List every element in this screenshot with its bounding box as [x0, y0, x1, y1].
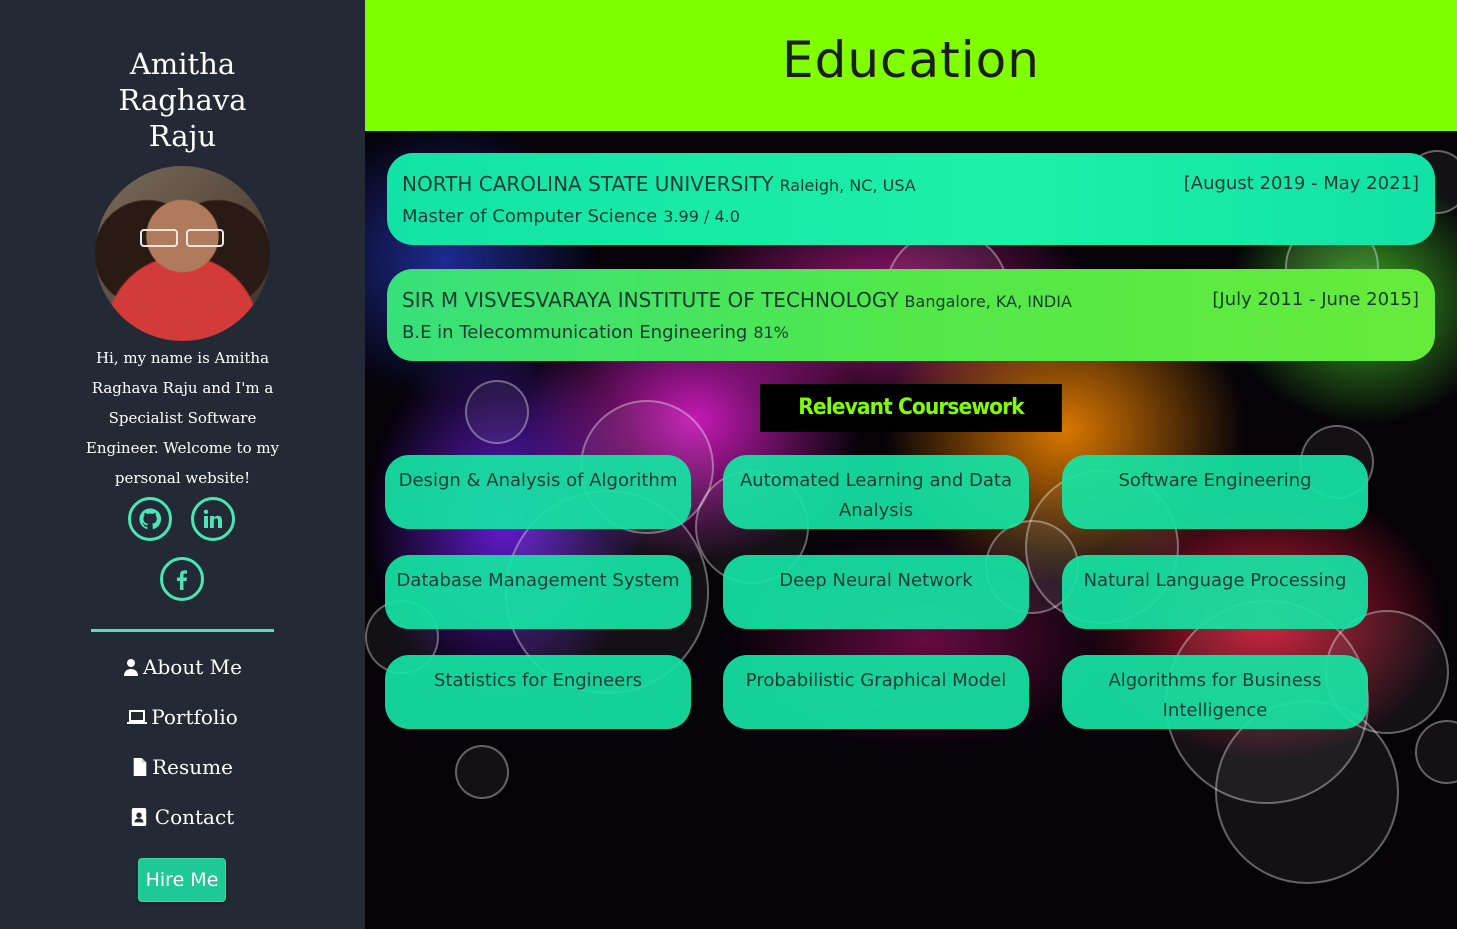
bokeh-bubble	[455, 745, 509, 799]
degree-grade: 81%	[753, 323, 789, 342]
education-dates: [July 2011 - June 2015]	[1212, 289, 1419, 310]
degree-line: B.E in Telecommunication Engineering 81%	[402, 320, 789, 346]
nav-about-me[interactable]: About Me	[0, 652, 365, 682]
school-name: SIR M VISVESVARAYA INSTITUTE OF TECHNOLO…	[402, 288, 899, 312]
education-dates: [August 2019 - May 2021]	[1183, 173, 1419, 194]
school-line: NORTH CAROLINA STATE UNIVERSITY Raleigh, …	[402, 171, 916, 199]
page-title: Education	[782, 31, 1040, 89]
school-name: NORTH CAROLINA STATE UNIVERSITY	[402, 172, 774, 196]
course-card: Deep Neural Network	[723, 555, 1029, 629]
hire-me-button[interactable]: Hire Me	[138, 858, 226, 902]
degree-name: B.E in Telecommunication Engineering	[402, 322, 748, 343]
course-card: Design & Analysis of Algorithm	[385, 455, 691, 529]
avatar	[95, 166, 270, 341]
coursework-heading: Relevant Coursework	[760, 384, 1062, 432]
bokeh-bubble	[465, 380, 529, 444]
course-card: Algorithms for Business Intelligence	[1062, 655, 1368, 729]
course-card: Statistics for Engineers	[385, 655, 691, 729]
education-card: NORTH CAROLINA STATE UNIVERSITY Raleigh, …	[387, 153, 1435, 245]
intro-text: Hi, my name is Amitha Raghava Raju and I…	[85, 349, 280, 487]
main-content: Education NORTH CAROLINA STATE UNIVERSIT…	[365, 0, 1457, 929]
site-owner-name: Amitha Raghava Raju	[0, 46, 365, 154]
course-card: Database Management System	[385, 555, 691, 629]
nav-label: About Me	[143, 655, 242, 679]
nav-label: Resume	[152, 755, 233, 779]
avatar-glasses	[140, 229, 224, 247]
nav-label: Contact	[154, 805, 235, 829]
facebook-icon	[177, 570, 187, 590]
name-line: Amitha	[129, 47, 236, 81]
degree-line: Master of Computer Science 3.99 / 4.0	[402, 204, 740, 230]
name-line: Raghava	[118, 83, 247, 117]
sidebar: Amitha Raghava Raju Hi, my name is Amith…	[0, 0, 365, 929]
course-card: Probabilistic Graphical Model	[723, 655, 1029, 729]
file-icon	[133, 758, 147, 776]
nav-portfolio[interactable]: Portfolio	[0, 702, 365, 732]
github-link[interactable]	[128, 497, 172, 541]
github-icon	[139, 508, 162, 530]
degree-name: Master of Computer Science	[402, 206, 658, 227]
address-book-icon	[131, 808, 146, 826]
laptop-icon	[127, 710, 148, 724]
school-location: Bangalore, KA, INDIA	[904, 292, 1072, 311]
course-card: Natural Language Processing	[1062, 555, 1368, 629]
degree-grade: 3.99 / 4.0	[663, 207, 740, 226]
sidebar-divider	[91, 629, 274, 632]
bokeh-bubble	[1415, 720, 1457, 784]
page-header: Education	[365, 0, 1457, 131]
user-icon	[124, 659, 139, 676]
nav-contact[interactable]: Contact	[0, 802, 365, 832]
course-card: Software Engineering	[1062, 455, 1368, 529]
nav-resume[interactable]: Resume	[0, 752, 365, 782]
linkedin-icon	[203, 509, 222, 528]
course-card: Automated Learning and Data Analysis	[723, 455, 1029, 529]
facebook-link[interactable]	[160, 557, 204, 601]
education-card: SIR M VISVESVARAYA INSTITUTE OF TECHNOLO…	[387, 269, 1435, 361]
school-line: SIR M VISVESVARAYA INSTITUTE OF TECHNOLO…	[402, 287, 1072, 315]
linkedin-link[interactable]	[191, 497, 235, 541]
name-line: Raju	[148, 119, 217, 153]
nav-label: Portfolio	[151, 705, 238, 729]
school-location: Raleigh, NC, USA	[779, 176, 916, 195]
